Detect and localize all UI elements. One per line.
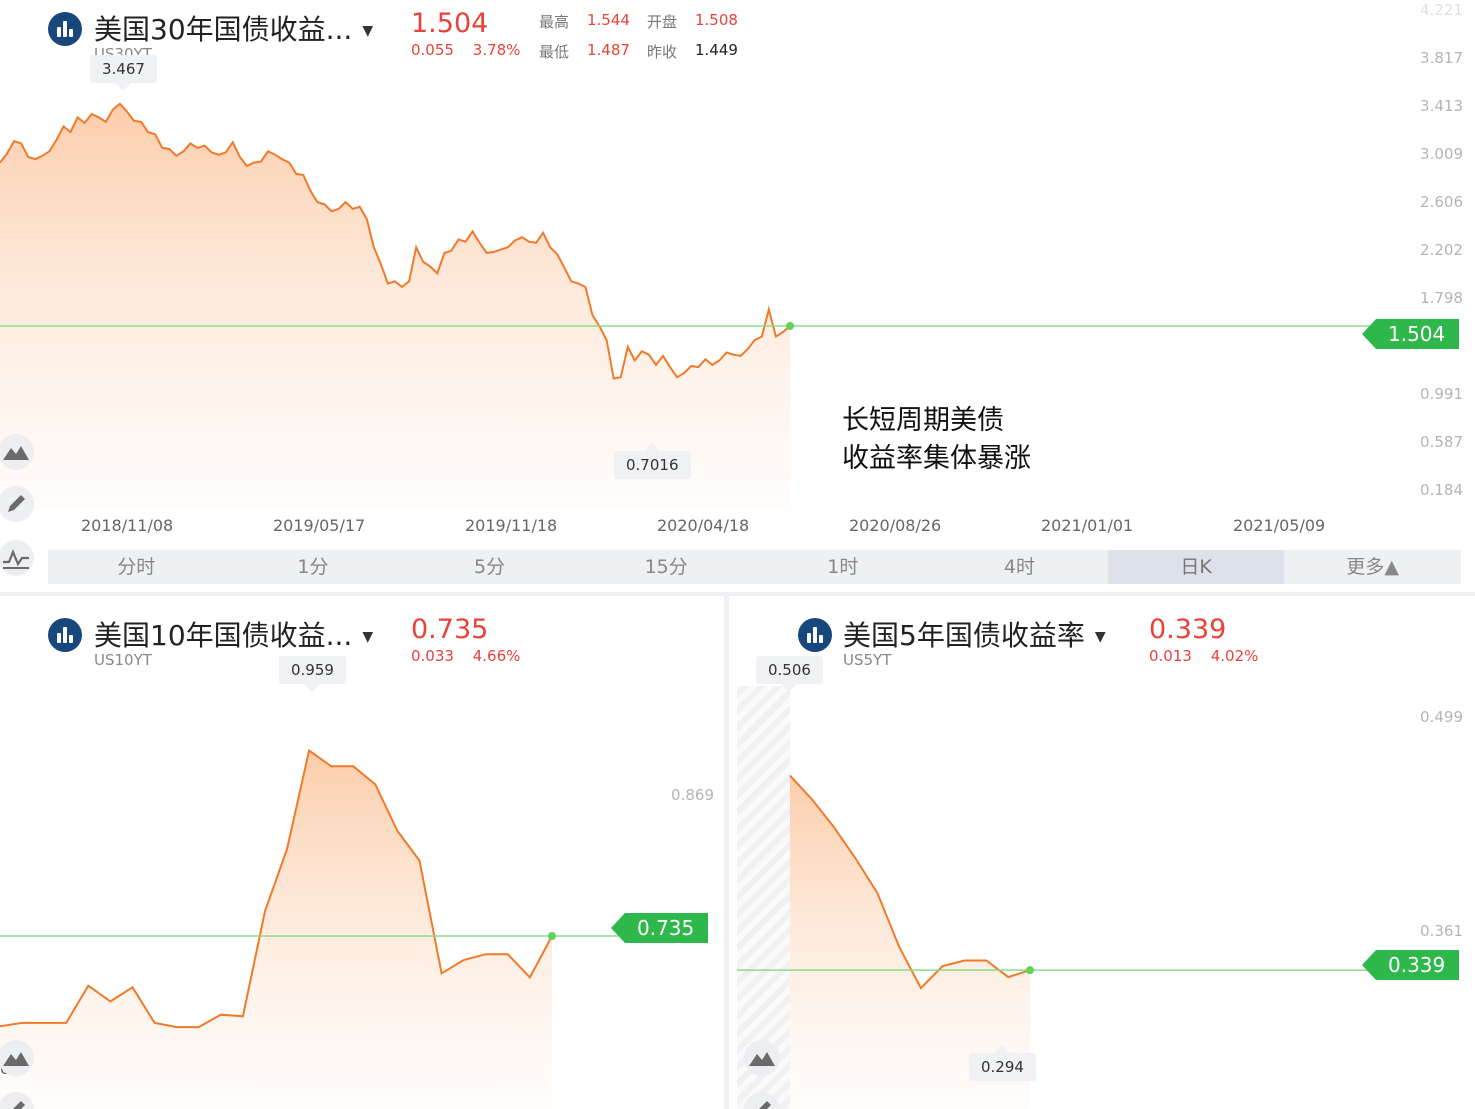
- x-axis-label: 2020/04/18: [657, 516, 750, 535]
- price-change: 0.055 3.78%: [411, 41, 520, 59]
- x-axis-label: 2020/08/26: [849, 516, 942, 535]
- min-value-tag: 0.7016: [614, 443, 691, 479]
- price-change: 0.033 4.66%: [411, 647, 520, 665]
- current-price-badge: 1.504: [1362, 319, 1460, 349]
- current-price-badge: 0.339: [1362, 950, 1460, 980]
- us10y-chart[interactable]: [0, 596, 724, 1109]
- series-area-fill: [0, 103, 790, 511]
- tab-5min[interactable]: 5分: [401, 550, 578, 584]
- y-axis-label: 4.221: [1420, 1, 1463, 19]
- y-axis-label: 3.817: [1420, 49, 1463, 67]
- y-axis-label: 3.413: [1420, 97, 1463, 115]
- tab-15min[interactable]: 15分: [578, 550, 755, 584]
- tab-1min[interactable]: 1分: [225, 550, 402, 584]
- prev-close-value: 1.449: [695, 41, 738, 59]
- y-axis-label: 2.606: [1420, 193, 1463, 211]
- caret-down-icon[interactable]: ▼: [1095, 629, 1106, 645]
- change-value: 0.013: [1149, 647, 1192, 665]
- instrument-name[interactable]: 美国10年国债收益... ▼: [94, 614, 373, 654]
- change-value: 0.033: [411, 647, 454, 665]
- annotation-line: 收益率集体暴涨: [842, 443, 1031, 474]
- tab-more[interactable]: 更多▲: [1284, 550, 1461, 584]
- x-axis-label: 2019/11/18: [465, 516, 558, 535]
- y-axis-label: 3.009: [1420, 145, 1463, 163]
- instrument-name-text: 美国5年国债收益率: [843, 619, 1085, 652]
- annotation-line: 长短周期美债: [842, 405, 1004, 436]
- high-label: 最高: [539, 13, 570, 31]
- y-axis-label: 2.202: [1420, 241, 1463, 259]
- tab-4hour[interactable]: 4时: [931, 550, 1108, 584]
- instrument-name-text: 美国10年国债收益...: [94, 619, 353, 652]
- mountain-chart-icon[interactable]: [744, 1040, 780, 1076]
- instrument-symbol: US5YT: [843, 651, 892, 669]
- x-axis-label: 2018/11/08: [81, 516, 174, 535]
- last-point-marker: [786, 322, 794, 331]
- tab-timeshare[interactable]: 分时: [48, 550, 225, 584]
- y-axis-label: 0.499: [1420, 708, 1463, 726]
- open-label: 开盘: [647, 13, 678, 31]
- current-price-badge: 0.735: [611, 913, 709, 943]
- instrument-name-text: 美国30年国债收益...: [94, 13, 353, 46]
- tab-daily-k[interactable]: 日K: [1107, 550, 1285, 584]
- us30y-chart[interactable]: [0, 0, 1475, 592]
- current-price: 1.504: [411, 8, 489, 39]
- x-axis-label: 2021/05/09: [1233, 516, 1326, 535]
- max-value-tag: 0.506: [756, 656, 823, 692]
- tab-1hour[interactable]: 1时: [755, 550, 932, 584]
- y-axis-label: 0.991: [1420, 385, 1463, 403]
- x-axis-label: 2021/01/01: [1041, 516, 1134, 535]
- open-value: 1.508: [695, 11, 738, 29]
- change-percent: 4.66%: [472, 647, 521, 665]
- last-point-marker: [548, 932, 556, 941]
- mountain-chart-icon[interactable]: [0, 1040, 34, 1076]
- min-value-tag: 0.294: [969, 1045, 1036, 1081]
- instrument-symbol: US10YT: [94, 651, 152, 669]
- y-axis-label: 0.869: [671, 786, 714, 804]
- current-price: 0.339: [1149, 614, 1227, 645]
- pencil-icon[interactable]: [0, 486, 34, 522]
- change-value: 0.055: [411, 41, 454, 59]
- pencil-icon[interactable]: [0, 1092, 34, 1109]
- price-change: 0.013 4.02%: [1149, 647, 1258, 665]
- us5y-panel: 美国5年国债收益率 ▼ US5YT 0.339 0.013 4.02% 0.506…: [729, 596, 1475, 1109]
- change-percent: 4.02%: [1210, 647, 1259, 665]
- caret-down-icon[interactable]: ▼: [362, 23, 373, 39]
- pencil-icon[interactable]: [744, 1092, 780, 1109]
- y-axis-label: 1.798: [1420, 289, 1463, 307]
- y-axis-label: 0.587: [1420, 433, 1463, 451]
- y-axis-label: 0.184: [1420, 481, 1463, 499]
- annotation-text: 长短周期美债 收益率集体暴涨: [842, 402, 1031, 478]
- current-price: 0.735: [411, 614, 489, 645]
- prev-close-label: 昨收: [647, 43, 678, 61]
- instrument-name[interactable]: 美国5年国债收益率 ▼: [843, 614, 1106, 654]
- logo-bars-icon: [48, 618, 82, 652]
- instrument-name[interactable]: 美国30年国债收益... ▼: [94, 8, 373, 48]
- low-label: 最低: [539, 43, 570, 61]
- logo-bars-icon: [798, 618, 832, 652]
- mountain-chart-icon[interactable]: [0, 434, 34, 470]
- caret-down-icon[interactable]: ▼: [362, 629, 373, 645]
- line-chart-icon[interactable]: [0, 540, 34, 576]
- max-value-tag: 0.959: [279, 656, 346, 692]
- logo-bars-icon: [48, 12, 82, 46]
- max-value-tag: 3.467: [90, 55, 157, 91]
- series-area-fill: [0, 750, 552, 1109]
- change-percent: 3.78%: [472, 41, 521, 59]
- x-axis-label: 2019/05/17: [273, 516, 366, 535]
- period-tabbar: 分时 1分 5分 15分 1时 4时 日K 更多▲: [48, 550, 1461, 584]
- us10y-panel: 美国10年国债收益... ▼ US10YT 0.735 0.033 4.66% 0…: [0, 596, 724, 1109]
- high-value: 1.544: [587, 11, 630, 29]
- last-point-marker: [1026, 966, 1034, 975]
- us30y-panel: 美国30年国债收益... ▼ US30YT 1.504 0.055 3.78% 最…: [0, 0, 1475, 592]
- low-value: 1.487: [587, 41, 630, 59]
- y-axis-label: 0.361: [1420, 922, 1463, 940]
- us5y-chart[interactable]: [729, 596, 1475, 1109]
